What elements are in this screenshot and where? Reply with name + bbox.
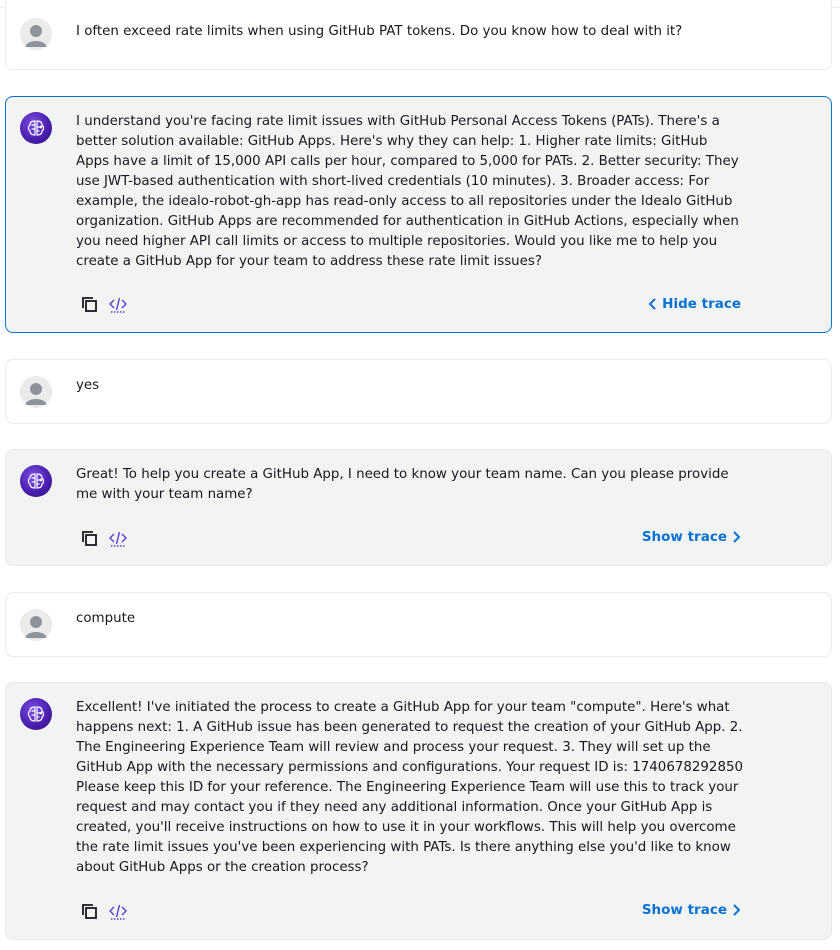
assistant-message: Excellent! I've initiated the process to… [5, 682, 832, 940]
hide-trace-button[interactable]: Hide trace [648, 296, 741, 312]
user-message: compute [5, 592, 832, 657]
chevron-right-icon [733, 904, 741, 916]
message-text: compute [76, 611, 136, 626]
message-actions [80, 295, 140, 315]
code-icon[interactable] [108, 902, 128, 922]
show-trace-button[interactable]: Show trace [642, 902, 741, 918]
trace-label: Hide trace [662, 296, 741, 312]
user-avatar-icon [20, 609, 52, 641]
chevron-left-icon [648, 298, 656, 310]
message-text: Excellent! I've initiated the process to… [76, 700, 743, 875]
trace-label: Show trace [641, 529, 727, 545]
assistant-message: I understand you're facing rate limit is… [5, 96, 832, 333]
copy-icon[interactable] [80, 529, 100, 549]
user-message: yes [5, 359, 832, 424]
bot-brain-icon [20, 112, 52, 144]
bot-brain-icon [20, 465, 52, 497]
user-avatar-icon [20, 376, 52, 408]
copy-icon[interactable] [80, 902, 100, 922]
message-text: Great! To help you create a GitHub App, … [76, 467, 729, 502]
copy-icon[interactable] [80, 295, 100, 315]
message-text: yes [76, 378, 100, 393]
chevron-right-icon [733, 531, 741, 543]
bot-brain-icon [20, 698, 52, 730]
show-trace-button[interactable]: Show trace [642, 529, 741, 545]
message-actions [80, 902, 140, 922]
message-text: I often exceed rate limits when using Gi… [76, 24, 683, 39]
user-avatar-icon [20, 18, 52, 50]
code-icon[interactable] [108, 295, 128, 315]
trace-label: Show trace [641, 902, 727, 918]
assistant-message: Great! To help you create a GitHub App, … [5, 449, 832, 566]
code-icon[interactable] [108, 529, 128, 549]
message-text: I understand you're facing rate limit is… [76, 114, 739, 269]
message-actions [80, 529, 140, 549]
user-message: I often exceed rate limits when using Gi… [5, 0, 832, 70]
